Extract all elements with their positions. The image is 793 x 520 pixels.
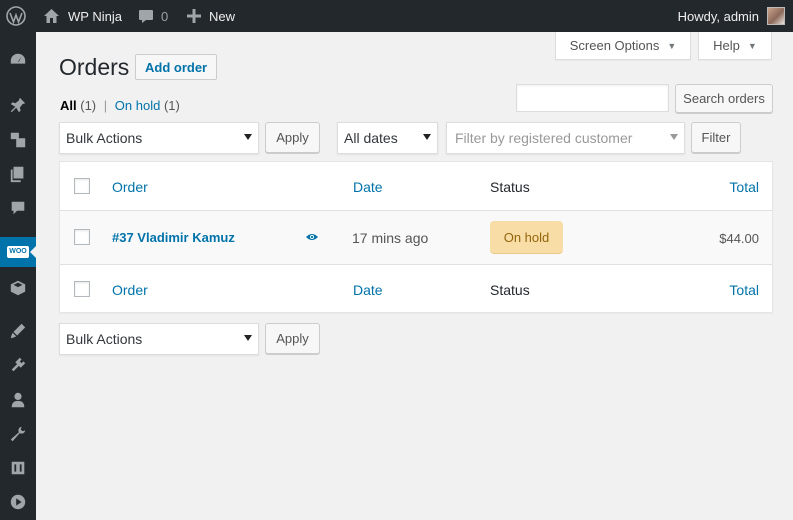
view-all-label: All (60, 98, 77, 113)
new-content-link[interactable]: New (187, 0, 235, 32)
media-icon[interactable] (0, 125, 36, 155)
avatar (767, 7, 785, 25)
table-footer-row: Order Date Status Total (60, 265, 772, 313)
admin-bar: WP Ninja 0 New Howdy, admin (0, 0, 793, 32)
users-icon[interactable] (0, 385, 36, 415)
table-row[interactable]: #37 Vladimir Kamuz 17 mins ago On hold $… (60, 211, 772, 265)
comments-icon[interactable] (0, 193, 36, 223)
pin-icon[interactable] (0, 90, 36, 120)
view-on-hold[interactable]: On hold (1) (115, 98, 180, 113)
column-date-header[interactable]: Date (353, 179, 383, 195)
row-checkbox[interactable] (74, 229, 90, 245)
column-status-footer: Status (490, 282, 530, 298)
plus-icon (187, 9, 201, 23)
woocommerce-icon[interactable]: WOO (0, 237, 36, 267)
column-status-header: Status (490, 179, 530, 195)
settings-icon[interactable] (0, 453, 36, 483)
account-menu[interactable]: Howdy, admin (678, 0, 785, 32)
bulk-actions-label: Bulk Actions (66, 130, 143, 146)
select-all-checkbox[interactable] (74, 178, 90, 194)
caret-down-icon: ▼ (667, 40, 677, 51)
bulk-actions-select-bottom[interactable]: Bulk Actions (59, 323, 259, 355)
caret-down-icon: ▼ (747, 40, 757, 51)
view-separator: | (103, 98, 108, 113)
comments-count: 0 (161, 8, 169, 24)
order-date: 17 mins ago (352, 230, 429, 246)
site-name-link[interactable]: WP Ninja (43, 0, 122, 32)
dropdown-arrow-icon (244, 134, 252, 140)
add-order-button[interactable]: Add order (135, 54, 218, 80)
orders-table: Order Date Status Total #37 Vladimir Kam… (59, 161, 773, 313)
view-all-count: (1) (80, 98, 97, 113)
help-label: Help (713, 38, 740, 53)
comment-bubble-icon (139, 9, 153, 23)
help-button[interactable]: Help ▼ (698, 32, 772, 60)
status-views: All (1) | On hold (1) (60, 98, 180, 113)
status-badge: On hold (490, 221, 563, 254)
search-input[interactable] (516, 84, 669, 112)
column-order-footer[interactable]: Order (112, 282, 148, 298)
view-on-hold-label: On hold (114, 98, 161, 113)
table-header-row: Order Date Status Total (60, 162, 772, 211)
products-icon[interactable] (0, 273, 36, 303)
eye-icon[interactable] (305, 232, 319, 242)
page-title: Orders (59, 54, 130, 80)
order-link[interactable]: #37 Vladimir Kamuz (112, 230, 235, 245)
bulk-actions-label: Bulk Actions (66, 331, 143, 347)
search-orders-button[interactable]: Search orders (675, 84, 773, 113)
site-name: WP Ninja (68, 8, 122, 24)
new-label: New (209, 8, 236, 24)
dates-select[interactable]: All dates (337, 122, 438, 154)
howdy-text: Howdy, admin (677, 8, 759, 24)
comments-link[interactable]: 0 (138, 0, 168, 32)
apply-button-bottom[interactable]: Apply (265, 323, 320, 354)
select-all-checkbox-footer[interactable] (74, 281, 90, 297)
media-player-icon[interactable] (0, 487, 36, 517)
column-total-header[interactable]: Total (729, 179, 759, 195)
order-total: $44.00 (719, 231, 759, 246)
column-total-footer[interactable]: Total (729, 282, 759, 298)
screen-options-label: Screen Options (569, 38, 660, 53)
filter-button[interactable]: Filter (691, 122, 741, 153)
home-icon (44, 9, 59, 23)
view-all[interactable]: All (1) (60, 98, 96, 113)
customer-placeholder: Filter by registered customer (455, 130, 633, 146)
plugins-icon[interactable] (0, 350, 36, 380)
dates-label: All dates (344, 130, 398, 146)
wordpress-logo-icon[interactable] (6, 0, 30, 32)
view-on-hold-count: (1) (163, 98, 180, 113)
dropdown-arrow-icon (670, 134, 678, 140)
screen-options-button[interactable]: Screen Options ▼ (555, 32, 691, 60)
admin-sidebar: WOO (0, 32, 36, 520)
tools-icon[interactable] (0, 419, 36, 449)
bulk-actions-select-top[interactable]: Bulk Actions (59, 122, 259, 154)
customer-filter-select[interactable]: Filter by registered customer (446, 122, 685, 154)
dropdown-arrow-icon (244, 335, 252, 341)
pages-icon[interactable] (0, 159, 36, 189)
apply-button-top[interactable]: Apply (265, 122, 320, 153)
column-date-footer[interactable]: Date (353, 282, 383, 298)
woocommerce-label: WOO (7, 246, 29, 258)
dropdown-arrow-icon (423, 134, 431, 140)
appearance-icon[interactable] (0, 316, 36, 346)
column-order-header[interactable]: Order (112, 179, 148, 195)
dashboard-icon[interactable] (0, 45, 36, 75)
